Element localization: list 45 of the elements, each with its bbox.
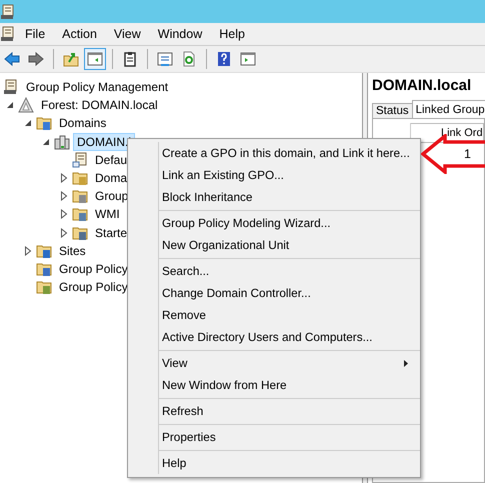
- menu-item[interactable]: Refresh: [128, 400, 420, 422]
- folder-icon: [36, 242, 52, 259]
- tree-item[interactable]: Group Policy Management: [22, 78, 172, 96]
- expander-icon[interactable]: [60, 209, 68, 220]
- server-icon: [54, 134, 70, 150]
- console-icon[interactable]: [0, 26, 16, 42]
- menu-item[interactable]: File: [18, 27, 54, 41]
- menu-item[interactable]: Help: [212, 27, 253, 41]
- tree-item[interactable]: Forest: DOMAIN.local: [37, 96, 162, 114]
- tree-item[interactable]: WMI: [91, 205, 124, 224]
- expander-icon[interactable]: [60, 191, 68, 202]
- menu-item[interactable]: View: [128, 352, 420, 374]
- menu-item[interactable]: Properties: [128, 426, 420, 448]
- folder-icon: [72, 188, 88, 204]
- folder-icon: [72, 206, 88, 222]
- expander-icon[interactable]: [24, 119, 32, 128]
- menu-item[interactable]: View: [106, 27, 149, 41]
- console-icon: [0, 4, 16, 20]
- expander-icon[interactable]: [42, 138, 50, 146]
- folder-icon: [36, 115, 52, 132]
- pane-title: DOMAIN.local: [372, 77, 472, 96]
- triangle-icon: [18, 97, 34, 114]
- folder-icon: [72, 170, 88, 186]
- tab[interactable]: Status: [372, 103, 413, 118]
- menu-item[interactable]: Remove: [128, 304, 420, 326]
- menu-item[interactable]: Action: [55, 27, 105, 41]
- menu-item[interactable]: Active Directory Users and Computers...: [128, 326, 420, 348]
- expander-icon[interactable]: [60, 228, 68, 238]
- folder-icon: [36, 260, 52, 277]
- menu-item[interactable]: Block Inheritance: [128, 186, 420, 208]
- document-icon: [72, 152, 88, 168]
- tree-item[interactable]: Domains: [55, 114, 110, 132]
- tree-item[interactable]: Sites: [55, 242, 90, 260]
- folder-icon: [72, 224, 88, 241]
- menu-item[interactable]: Window: [150, 27, 210, 41]
- expander-icon[interactable]: [60, 173, 68, 184]
- tab[interactable]: Linked Group: [412, 100, 485, 118]
- table-cell: 1: [464, 147, 471, 161]
- expander-icon[interactable]: [6, 101, 14, 110]
- menu-item[interactable]: Help: [128, 452, 420, 474]
- console-icon: [3, 79, 19, 96]
- menu-item[interactable]: New Window from Here: [128, 374, 420, 396]
- expander-icon[interactable]: [24, 246, 32, 256]
- folder-icon: [36, 279, 52, 296]
- pane-toggle-icon[interactable]: [84, 48, 106, 70]
